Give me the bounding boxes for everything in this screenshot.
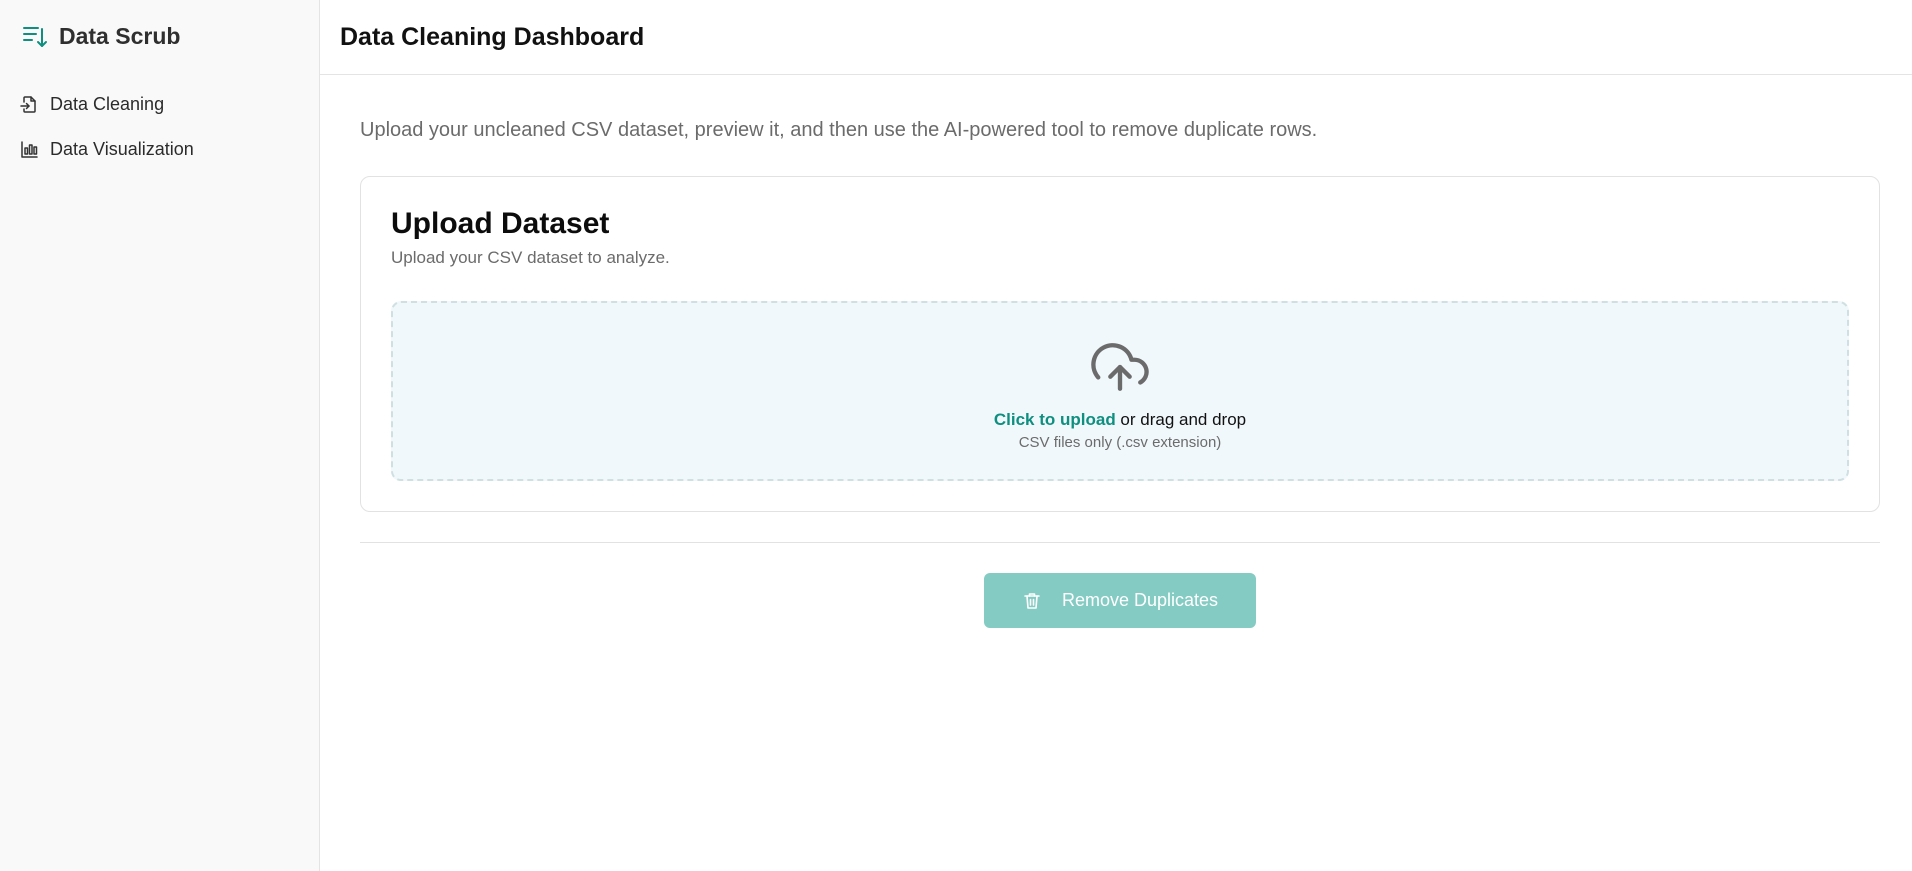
- brand-name: Data Scrub: [59, 22, 181, 49]
- sidebar-item-data-cleaning[interactable]: Data Cleaning: [0, 82, 319, 127]
- brand[interactable]: Data Scrub: [0, 0, 319, 72]
- main-area: Data Cleaning Dashboard Upload your uncl…: [320, 0, 1912, 871]
- header: Data Cleaning Dashboard: [320, 0, 1912, 75]
- page-title: Data Cleaning Dashboard: [340, 22, 645, 51]
- remove-duplicates-button[interactable]: Remove Duplicates: [984, 573, 1256, 628]
- sidebar: Data Scrub Data Cleaning Data Visualizat…: [0, 0, 320, 871]
- remove-duplicates-label: Remove Duplicates: [1061, 590, 1219, 610]
- card-title: Upload Dataset: [391, 207, 610, 240]
- trash-icon: [1022, 591, 1042, 611]
- drag-drop-text: or drag and drop: [1115, 409, 1247, 429]
- file-import-icon: [20, 95, 39, 114]
- upload-hint: CSV files only (.csv extension): [1018, 433, 1222, 451]
- divider: [360, 542, 1880, 543]
- sort-list-icon: [22, 23, 48, 49]
- sidebar-item-label: Data Visualization: [50, 139, 194, 159]
- cloud-upload-icon: [1091, 338, 1149, 396]
- upload-card: Upload Dataset Upload your CSV dataset t…: [360, 176, 1880, 512]
- app-root: Data Scrub Data Cleaning Data Visualizat…: [0, 0, 1912, 871]
- sidebar-item-data-visualization[interactable]: Data Visualization: [0, 127, 319, 172]
- sidebar-item-label: Data Cleaning: [50, 94, 165, 114]
- main-content: Upload your uncleaned CSV dataset, previ…: [320, 75, 1912, 628]
- upload-dropzone[interactable]: Click to upload or drag and drop CSV fil…: [391, 301, 1849, 481]
- sidebar-nav: Data Cleaning Data Visualization: [0, 72, 319, 172]
- bar-chart-icon: [20, 140, 39, 159]
- click-to-upload-link[interactable]: Click to upload: [994, 410, 1116, 429]
- actions-row: Remove Duplicates: [360, 573, 1880, 628]
- upload-instructions: Click to upload or drag and drop: [994, 410, 1246, 430]
- intro-text: Upload your uncleaned CSV dataset, previ…: [360, 119, 1318, 141]
- card-subtitle: Upload your CSV dataset to analyze.: [391, 248, 670, 267]
